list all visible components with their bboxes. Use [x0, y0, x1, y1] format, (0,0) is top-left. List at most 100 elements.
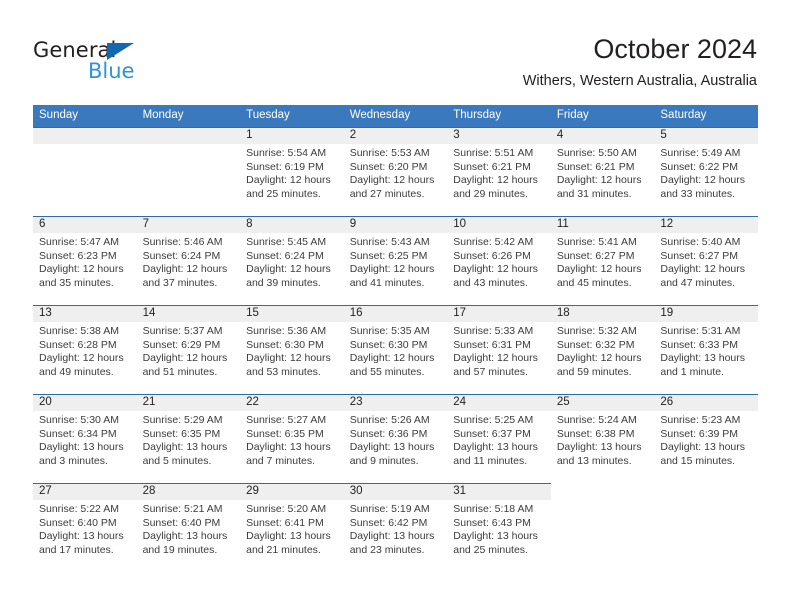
sunset-text: Sunset: 6:27 PM — [556, 249, 635, 262]
daylight-text-line1: Daylight: 13 hours — [246, 530, 331, 543]
daylight-text-line2: and 3 minutes. — [39, 454, 108, 467]
daylight-text-line2: and 33 minutes. — [660, 187, 736, 200]
daylight-text-line1: Daylight: 13 hours — [453, 530, 538, 543]
calendar-body: 1 Sunrise: 5:54 AM Sunset: 6:19 PM Daylight… — [33, 127, 758, 572]
sunset-text: Sunset: 6:41 PM — [246, 516, 324, 529]
weekday-header-monday: Monday — [136, 105, 241, 127]
daylight-text-line2: and 9 minutes. — [349, 454, 419, 467]
daylight-text-line1: Daylight: 13 hours — [349, 441, 435, 454]
sunset-text: Sunset: 6:32 PM — [556, 338, 635, 351]
day-number: 19 — [660, 307, 674, 319]
week-row: 1 Sunrise: 5:54 AM Sunset: 6:19 PM Daylight… — [33, 127, 758, 216]
daylight-text-line2: and 21 minutes. — [246, 543, 321, 556]
sunrise-text: Sunrise: 5:30 AM — [39, 414, 119, 426]
day-number: 4 — [556, 129, 564, 141]
day-number: 31 — [453, 485, 467, 497]
sunrise-text: Sunrise: 5:37 AM — [142, 325, 223, 337]
daylight-text-line2: and 59 minutes. — [556, 365, 632, 378]
day-cell[interactable]: 31 Sunrise: 5:18 AM Sunset: 6:43 PM Dayligh… — [447, 483, 551, 572]
daylight-text-line1: Daylight: 12 hours — [246, 174, 331, 187]
day-cell[interactable]: 16 Sunrise: 5:35 AM Sunset: 6:30 PM Dayligh… — [343, 305, 448, 394]
day-cell[interactable]: 13 Sunrise: 5:38 AM Sunset: 6:28 PM Dayligh… — [33, 305, 137, 394]
sunrise-text: Sunrise: 5:32 AM — [556, 325, 637, 337]
day-cell[interactable]: 11 Sunrise: 5:41 AM Sunset: 6:27 PM Dayligh… — [550, 216, 655, 305]
day-number: 12 — [660, 218, 674, 230]
day-cell[interactable]: 7 Sunrise: 5:46 AM Sunset: 6:24 PM Daylight… — [136, 216, 241, 305]
sunset-text: Sunset: 6:25 PM — [349, 249, 428, 262]
week-row: 13 Sunrise: 5:38 AM Sunset: 6:28 PM Dayligh… — [33, 305, 758, 394]
day-cell[interactable]: 12 Sunrise: 5:40 AM Sunset: 6:27 PM Dayligh… — [654, 216, 758, 305]
day-cell[interactable]: 27 Sunrise: 5:22 AM Sunset: 6:40 PM Dayligh… — [33, 483, 137, 572]
day-cell[interactable]: 29 Sunrise: 5:20 AM Sunset: 6:41 PM Dayligh… — [240, 483, 344, 572]
daylight-text-line1: Daylight: 12 hours — [349, 263, 435, 276]
day-cell[interactable]: 5 Sunrise: 5:49 AM Sunset: 6:22 PM Daylight… — [654, 127, 758, 216]
daylight-text-line1: Daylight: 12 hours — [660, 174, 746, 187]
sunrise-text: Sunrise: 5:26 AM — [349, 414, 430, 426]
day-cell[interactable]: 2 Sunrise: 5:53 AM Sunset: 6:20 PM Daylight… — [343, 127, 448, 216]
daylight-text-line1: Daylight: 12 hours — [556, 263, 642, 276]
day-cell[interactable]: 19 Sunrise: 5:31 AM Sunset: 6:33 PM Dayligh… — [654, 305, 758, 394]
weekday-header-wednesday: Wednesday — [343, 105, 448, 127]
day-cell[interactable]: 20 Sunrise: 5:30 AM Sunset: 6:34 PM Dayligh… — [33, 394, 137, 483]
sunrise-text: Sunrise: 5:20 AM — [246, 503, 327, 515]
day-cell[interactable]: 30 Sunrise: 5:19 AM Sunset: 6:42 PM Dayligh… — [343, 483, 448, 572]
day-cell[interactable]: 3 Sunrise: 5:51 AM Sunset: 6:21 PM Daylight… — [447, 127, 551, 216]
daylight-text-line2: and 45 minutes. — [556, 276, 632, 289]
daylight-text-line1: Daylight: 13 hours — [246, 441, 331, 454]
day-number: 10 — [453, 218, 467, 230]
logo-triangle-icon — [107, 43, 134, 60]
sunset-text: Sunset: 6:36 PM — [349, 427, 428, 440]
day-cell — [551, 483, 655, 572]
day-number: 5 — [660, 129, 667, 141]
day-cell[interactable]: 24 Sunrise: 5:25 AM Sunset: 6:37 PM Dayligh… — [447, 394, 551, 483]
day-cell[interactable]: 17 Sunrise: 5:33 AM Sunset: 6:31 PM Dayligh… — [447, 305, 551, 394]
day-number: 7 — [142, 218, 149, 230]
day-number: 8 — [246, 218, 253, 230]
daylight-text-line2: and 17 minutes. — [39, 543, 114, 556]
day-cell[interactable]: 25 Sunrise: 5:24 AM Sunset: 6:38 PM Dayligh… — [550, 394, 655, 483]
sunrise-text: Sunrise: 5:54 AM — [246, 147, 327, 159]
sunrise-text: Sunrise: 5:51 AM — [453, 147, 534, 159]
sunrise-text: Sunrise: 5:38 AM — [39, 325, 119, 337]
day-cell[interactable]: 28 Sunrise: 5:21 AM Sunset: 6:40 PM Dayligh… — [136, 483, 241, 572]
day-cell[interactable]: 4 Sunrise: 5:50 AM Sunset: 6:21 PM Daylight… — [550, 127, 655, 216]
daylight-text-line1: Daylight: 13 hours — [39, 530, 124, 543]
day-cell[interactable]: 10 Sunrise: 5:42 AM Sunset: 6:26 PM Dayligh… — [447, 216, 551, 305]
day-cell[interactable]: 22 Sunrise: 5:27 AM Sunset: 6:35 PM Dayligh… — [240, 394, 344, 483]
sunset-text: Sunset: 6:30 PM — [246, 338, 324, 351]
daylight-text-line1: Daylight: 12 hours — [142, 352, 228, 365]
daylight-text-line1: Daylight: 12 hours — [453, 174, 538, 187]
day-cell[interactable]: 21 Sunrise: 5:29 AM Sunset: 6:35 PM Dayligh… — [136, 394, 241, 483]
day-cell[interactable]: 23 Sunrise: 5:26 AM Sunset: 6:36 PM Dayligh… — [343, 394, 448, 483]
sunrise-text: Sunrise: 5:46 AM — [142, 236, 223, 248]
calendar-grid-container: Sunday Monday Tuesday Wednesday Thursday Frid… — [33, 105, 758, 572]
day-cell[interactable]: 15 Sunrise: 5:36 AM Sunset: 6:30 PM Dayligh… — [240, 305, 344, 394]
general-blue-logo[interactable]: General Blue — [33, 38, 193, 84]
daylight-text-line2: and 29 minutes. — [453, 187, 528, 200]
day-cell[interactable]: 8 Sunrise: 5:45 AM Sunset: 6:24 PM Daylight… — [240, 216, 344, 305]
day-cell[interactable]: 6 Sunrise: 5:47 AM Sunset: 6:23 PM Daylight… — [33, 216, 137, 305]
day-cell[interactable]: 1 Sunrise: 5:54 AM Sunset: 6:19 PM Daylight… — [240, 127, 344, 216]
day-cell[interactable]: 26 Sunrise: 5:23 AM Sunset: 6:39 PM Dayligh… — [654, 394, 758, 483]
day-cell[interactable]: 14 Sunrise: 5:37 AM Sunset: 6:29 PM Dayligh… — [136, 305, 241, 394]
day-number: 29 — [246, 485, 259, 497]
day-number: 15 — [246, 307, 259, 319]
day-cell[interactable]: 18 Sunrise: 5:32 AM Sunset: 6:32 PM Dayligh… — [550, 305, 655, 394]
day-cell[interactable]: 9 Sunrise: 5:43 AM Sunset: 6:25 PM Daylight… — [343, 216, 448, 305]
sunrise-text: Sunrise: 5:22 AM — [39, 503, 119, 515]
sunset-text: Sunset: 6:27 PM — [660, 249, 739, 262]
sunset-text: Sunset: 6:24 PM — [246, 249, 324, 262]
daylight-text-line2: and 31 minutes. — [556, 187, 632, 200]
week-row: 20 Sunrise: 5:30 AM Sunset: 6:34 PM Dayligh… — [33, 394, 758, 483]
daylight-text-line2: and 53 minutes. — [246, 365, 321, 378]
day-number: 23 — [349, 396, 363, 408]
daylight-text-line2: and 25 minutes. — [453, 543, 528, 556]
sunset-text: Sunset: 6:35 PM — [142, 427, 221, 440]
daylight-text-line1: Daylight: 12 hours — [142, 263, 228, 276]
sunset-text: Sunset: 6:31 PM — [453, 338, 531, 351]
daylight-text-line2: and 51 minutes. — [142, 365, 218, 378]
page-title: October 2024 — [593, 34, 757, 64]
sunset-text: Sunset: 6:26 PM — [453, 249, 531, 262]
day-number: 13 — [39, 307, 52, 319]
sunset-text: Sunset: 6:40 PM — [142, 516, 221, 529]
